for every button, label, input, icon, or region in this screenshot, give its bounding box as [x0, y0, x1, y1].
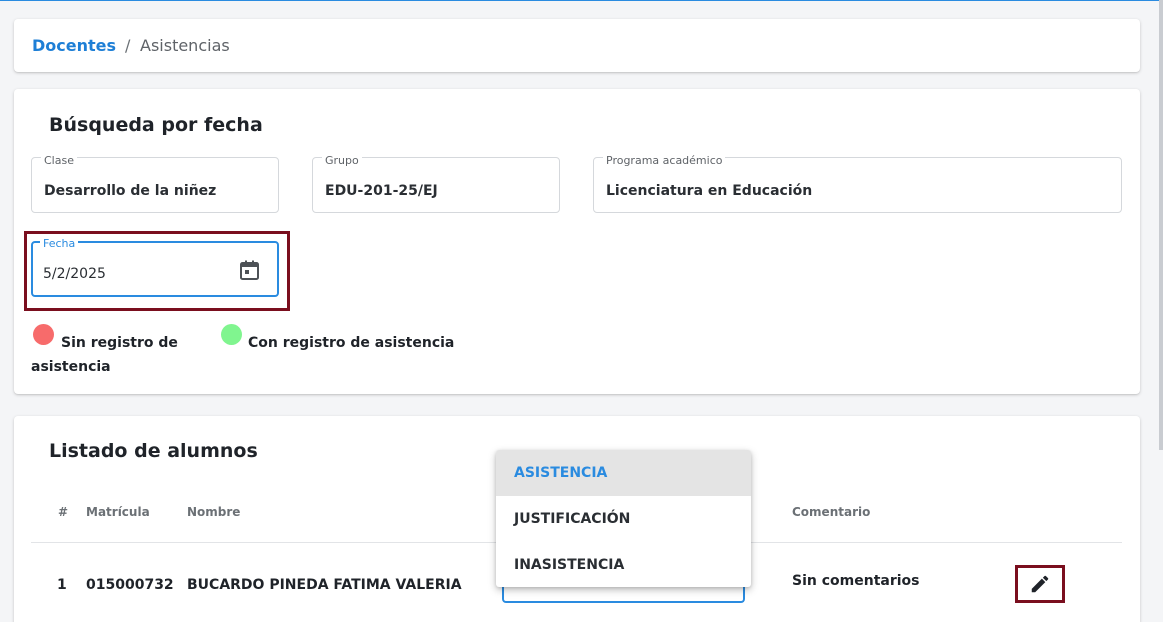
menu-item-asistencia[interactable]: ASISTENCIA — [496, 450, 751, 496]
fecha-field-value: 5/2/2025 — [43, 266, 106, 282]
column-header-number: # — [58, 505, 69, 519]
search-by-date-card: Búsqueda por fecha Clase Desarrollo de l… — [14, 89, 1140, 394]
search-section-title: Búsqueda por fecha — [49, 114, 263, 136]
grupo-field-value: EDU-201-25/EJ — [325, 183, 438, 199]
row-nombre: BUCARDO PINEDA FATIMA VALERIA — [187, 577, 462, 593]
row-matricula: 015000732 — [86, 577, 174, 593]
programa-field[interactable]: Programa académico Licenciatura en Educa… — [593, 154, 1122, 213]
page-scrollbar[interactable] — [1159, 0, 1163, 450]
list-section-title: Listado de alumnos — [49, 440, 258, 462]
clase-field[interactable]: Clase Desarrollo de la niñez — [31, 154, 279, 213]
no-record-dot — [33, 324, 54, 345]
no-record-label-line1: Sin registro de — [61, 335, 178, 351]
grupo-field-label: Grupo — [322, 154, 362, 167]
grupo-field[interactable]: Grupo EDU-201-25/EJ — [312, 154, 560, 213]
calendar-icon[interactable] — [240, 260, 259, 280]
column-header-matricula: Matrícula — [86, 505, 150, 519]
with-record-label: Con registro de asistencia — [248, 335, 455, 351]
pencil-icon — [1031, 575, 1049, 593]
breadcrumb-separator: / — [125, 36, 131, 55]
fecha-field-label: Fecha — [40, 237, 79, 250]
clase-field-label: Clase — [41, 154, 77, 167]
row-number: 1 — [57, 577, 67, 593]
clase-field-value: Desarrollo de la niñez — [44, 183, 217, 199]
no-record-label-line2: asistencia — [31, 359, 111, 375]
programa-field-value: Licenciatura en Educación — [606, 183, 813, 199]
column-header-nombre: Nombre — [187, 505, 241, 519]
breadcrumb-current: Asistencias — [140, 36, 230, 55]
menu-item-justificacion[interactable]: JUSTIFICACIÓN — [496, 496, 751, 542]
fecha-field[interactable]: Fecha 5/2/2025 — [31, 237, 279, 297]
menu-item-inasistencia[interactable]: INASISTENCIA — [496, 542, 751, 587]
top-accent-line — [0, 0, 1163, 1]
with-record-dot — [221, 324, 242, 345]
column-header-comentario: Comentario — [792, 505, 871, 519]
breadcrumb: Docentes / Asistencias — [14, 19, 1140, 72]
edit-button[interactable] — [1015, 565, 1065, 603]
attendance-status-menu: ASISTENCIA JUSTIFICACIÓN INASISTENCIA — [496, 450, 751, 587]
row-comentario: Sin comentarios — [792, 573, 920, 589]
breadcrumb-link-docentes[interactable]: Docentes — [32, 36, 116, 55]
programa-field-label: Programa académico — [603, 154, 726, 167]
